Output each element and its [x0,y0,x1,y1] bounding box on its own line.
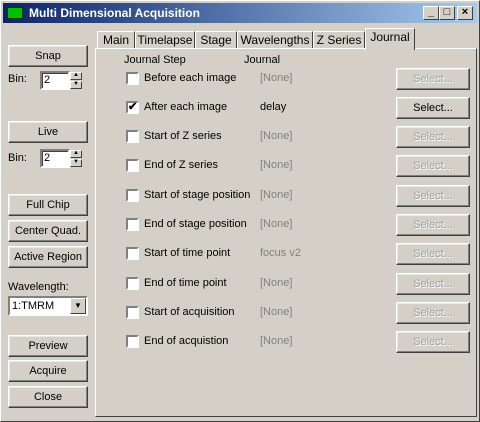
spin-down-icon[interactable]: ▼ [70,159,82,167]
start-of-acquisition-label: Start of acquisition [144,306,235,318]
center-quad-button[interactable]: Center Quad. [8,220,88,242]
minimize-button[interactable]: _ [423,6,439,20]
start-of-stage-position-select-button[interactable]: Select... [396,185,470,207]
preview-button[interactable]: Preview [8,335,88,357]
after-each-image-label: After each image [144,101,228,113]
active-region-button[interactable]: Active Region [8,246,88,268]
snap-button[interactable]: Snap [8,45,88,67]
before-each-image-journal: [None] [260,72,293,84]
maximize-button[interactable]: □ [439,6,455,20]
bin2-label: Bin: [8,152,27,164]
end-of-time-point-checkbox[interactable] [126,277,139,290]
tab-wavelengths[interactable]: Wavelengths [237,31,313,49]
end-of-acquisition-label: End of acquistion [144,335,229,347]
end-of-acquisition-journal: [None] [260,335,293,347]
start-of-time-point-checkbox[interactable] [126,247,139,260]
before-each-image-select-button[interactable]: Select... [396,68,470,90]
start-of-stage-position-journal: [None] [260,189,293,201]
tab-z-series[interactable]: Z Series [313,31,365,49]
bin1-input[interactable]: 2 [40,71,70,90]
before-each-image-label: Before each image [144,72,237,84]
full-chip-button[interactable]: Full Chip [8,194,88,216]
wavelength-value: 1:TMRM [12,300,55,312]
after-each-image-checkbox[interactable]: ✔ [126,101,139,114]
journal-header: Journal [244,54,281,66]
journal-step-header: Journal Step [124,54,186,66]
end-of-stage-position-checkbox[interactable] [126,218,139,231]
start-of-stage-position-checkbox[interactable] [126,189,139,202]
bin1-label: Bin: [8,73,27,85]
close-button[interactable]: Close [8,386,88,408]
before-each-image-checkbox[interactable] [126,72,139,85]
spin-down-icon[interactable]: ▼ [70,81,82,89]
start-of-time-point-select-button[interactable]: Select... [396,243,470,265]
bin2-input[interactable]: 2 [40,149,70,168]
end-of-stage-position-journal: [None] [260,218,293,230]
wavelength-select[interactable]: 1:TMRM ▼ [8,296,88,316]
start-of-z-series-journal: [None] [260,130,293,142]
wavelength-label: Wavelength: [8,281,69,293]
start-of-acquisition-journal: [None] [260,306,293,318]
after-each-image-journal: delay [260,101,287,113]
tab-main[interactable]: Main [97,31,135,49]
after-each-image-select-button[interactable]: Select... [396,97,470,119]
title-bar[interactable]: Multi Dimensional Acquisition _ □ × [3,3,477,23]
end-of-stage-position-select-button[interactable]: Select... [396,214,470,236]
window-title: Multi Dimensional Acquisition [29,6,200,20]
bin2-spinner[interactable]: ▲ ▼ [70,150,82,167]
spin-up-icon[interactable]: ▲ [70,150,82,158]
spin-up-icon[interactable]: ▲ [70,72,82,80]
bin1-spinner[interactable]: ▲ ▼ [70,72,82,89]
start-of-z-series-select-button[interactable]: Select... [396,126,470,148]
end-of-z-series-journal: [None] [260,159,293,171]
tab-timelapse[interactable]: Timelapse [135,31,195,49]
tab-stage[interactable]: Stage [195,31,237,49]
end-of-acquisition-select-button[interactable]: Select... [396,331,470,353]
end-of-z-series-select-button[interactable]: Select... [396,155,470,177]
end-of-acquisition-checkbox[interactable] [126,335,139,348]
end-of-time-point-select-button[interactable]: Select... [396,273,470,295]
close-window-button[interactable]: × [457,6,473,20]
live-button[interactable]: Live [8,121,88,143]
tab-journal[interactable]: Journal [365,28,415,50]
end-of-z-series-label: End of Z series [144,159,218,171]
start-of-acquisition-select-button[interactable]: Select... [396,302,470,324]
app-icon [7,7,23,19]
end-of-time-point-journal: [None] [260,277,293,289]
start-of-time-point-journal: focus v2 [260,247,301,259]
dropdown-arrow-icon[interactable]: ▼ [70,298,86,314]
end-of-stage-position-label: End of stage position [144,218,247,230]
start-of-acquisition-checkbox[interactable] [126,306,139,319]
start-of-z-series-checkbox[interactable] [126,130,139,143]
start-of-z-series-label: Start of Z series [144,130,222,142]
end-of-z-series-checkbox[interactable] [126,159,139,172]
end-of-time-point-label: End of time point [144,277,227,289]
journal-panel: Journal Step Journal Before each image [… [95,48,477,417]
acquire-button[interactable]: Acquire [8,360,88,382]
main-window: Multi Dimensional Acquisition _ □ × Snap… [0,0,480,422]
start-of-stage-position-label: Start of stage position [144,189,251,201]
start-of-time-point-label: Start of time point [144,247,231,259]
